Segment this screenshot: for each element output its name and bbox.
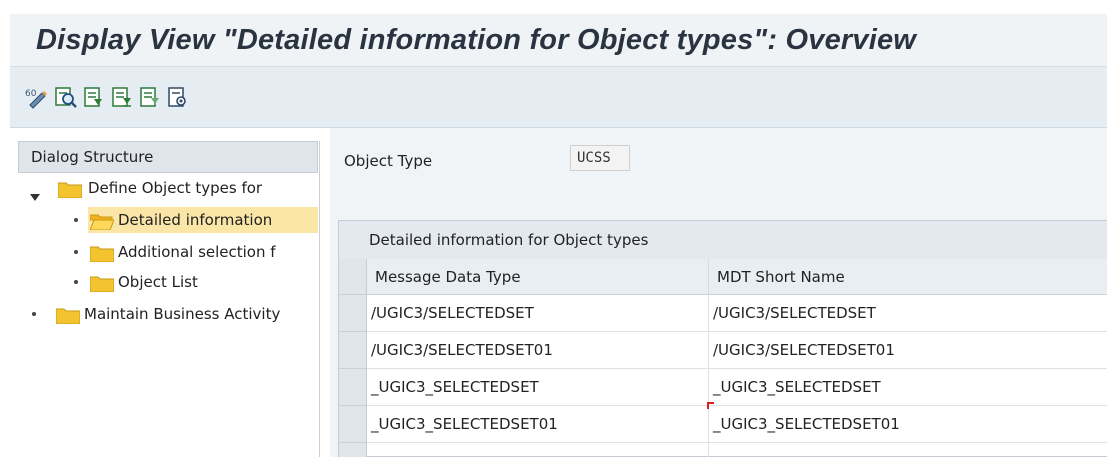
application-toolbar: 60 xyxy=(10,66,1107,128)
folder-icon xyxy=(89,274,115,293)
table-cell[interactable] xyxy=(367,443,709,457)
folder-icon xyxy=(89,244,115,263)
row-selector[interactable] xyxy=(339,332,367,369)
column-header-message-data-type[interactable]: Message Data Type xyxy=(367,259,709,295)
row-selector[interactable] xyxy=(339,406,367,443)
table-cell[interactable]: /UGIC3/SELECTEDSET xyxy=(367,295,709,332)
row-selector[interactable] xyxy=(339,369,367,406)
dialog-structure-header: Dialog Structure xyxy=(18,141,318,173)
tree-item-define-object-types[interactable]: Define Object types for xyxy=(18,175,318,201)
folder-icon xyxy=(57,180,83,199)
column-header-mdt-short-name[interactable]: MDT Short Name xyxy=(709,259,1107,295)
table-cell[interactable]: /UGIC3/SELECTEDSET xyxy=(709,295,1107,332)
tree-item-maintain-business-activity[interactable]: Maintain Business Activity xyxy=(18,301,318,327)
folder-icon xyxy=(55,306,81,325)
select-all-cell[interactable] xyxy=(339,259,367,295)
tree-item-label: Additional selection f xyxy=(118,243,276,261)
tree-item-additional-selection[interactable]: Additional selection f xyxy=(18,239,318,265)
table-cell[interactable]: _UGIC3_SELECTEDSET01 xyxy=(367,406,709,443)
tree-item-object-list[interactable]: Object List xyxy=(18,269,318,295)
table-cell[interactable]: _UGIC3_SELECTEDSET01 xyxy=(709,406,1107,443)
next-page-icon[interactable] xyxy=(138,85,160,109)
open-folder-icon xyxy=(89,212,115,231)
table-cell[interactable]: _UGIC3_SELECTEDSET xyxy=(709,369,1107,406)
bullet-icon xyxy=(74,250,78,254)
expand-arrow-icon[interactable] xyxy=(30,184,40,201)
page-title: Display View "Detailed information for O… xyxy=(36,24,917,56)
tree-item-label: Define Object types for xyxy=(88,179,263,197)
svg-text:60: 60 xyxy=(25,89,37,99)
bullet-icon xyxy=(32,312,36,316)
display-change-icon[interactable]: 60 xyxy=(24,85,47,109)
change-marker-icon xyxy=(707,402,714,409)
tree-item-label: Object List xyxy=(118,273,198,291)
object-types-table: Detailed information for Object types Me… xyxy=(338,220,1107,457)
bullet-icon xyxy=(74,280,78,284)
table-caption: Detailed information for Object types xyxy=(339,221,1107,259)
row-selector[interactable] xyxy=(339,443,367,457)
row-selector[interactable] xyxy=(339,295,367,332)
dialog-structure-panel: Dialog Structure Define Object types for… xyxy=(18,141,320,457)
details-icon[interactable] xyxy=(166,85,188,109)
tree-item-label: Maintain Business Activity xyxy=(84,305,281,323)
table-cell[interactable]: /UGIC3/SELECTEDSET01 xyxy=(709,332,1107,369)
table-cell[interactable]: /UGIC3/SELECTEDSET01 xyxy=(367,332,709,369)
object-type-field[interactable]: UCSS xyxy=(570,145,630,171)
title-bar: Display View "Detailed information for O… xyxy=(0,0,1107,66)
table-cell[interactable]: _UGIC3_SELECTEDSET xyxy=(367,369,709,406)
previous-page-icon[interactable] xyxy=(110,85,132,109)
tree-item-detailed-information[interactable]: Detailed information xyxy=(18,207,318,233)
tree-item-label: Detailed information xyxy=(118,211,273,229)
find-icon[interactable] xyxy=(54,85,77,109)
table-cell[interactable] xyxy=(709,443,1107,457)
bullet-icon xyxy=(74,218,78,222)
first-page-icon[interactable] xyxy=(82,85,104,109)
object-type-label: Object Type xyxy=(344,152,433,170)
